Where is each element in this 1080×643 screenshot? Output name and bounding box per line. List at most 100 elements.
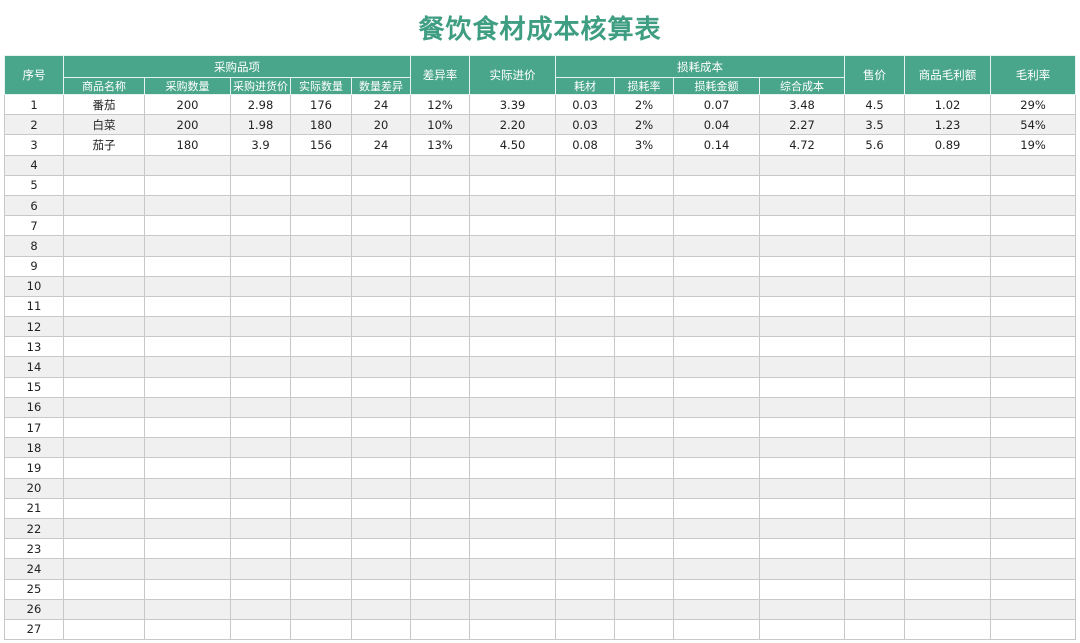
cell-actual-qty[interactable] bbox=[290, 275, 352, 297]
cell-loss-rate[interactable] bbox=[614, 174, 675, 196]
cell-diff-rate[interactable] bbox=[410, 497, 471, 519]
cell-qty-diff[interactable] bbox=[350, 396, 412, 419]
cell-purchase-qty[interactable]: 180 bbox=[144, 134, 231, 156]
cell-material[interactable] bbox=[555, 517, 616, 540]
cell-purchase-qty[interactable] bbox=[144, 215, 231, 237]
cell-actual-price[interactable] bbox=[469, 174, 557, 196]
cell-name[interactable]: 番茄 bbox=[63, 93, 145, 116]
cell-gross-margin[interactable] bbox=[990, 316, 1077, 338]
cell-seq[interactable]: 24 bbox=[4, 558, 64, 580]
cell-gross-margin[interactable] bbox=[990, 396, 1077, 419]
cell-sale-price[interactable]: 3.5 bbox=[844, 114, 906, 136]
cell-total-cost[interactable] bbox=[759, 416, 846, 439]
cell-total-cost[interactable] bbox=[759, 558, 846, 580]
cell-qty-diff[interactable] bbox=[350, 578, 412, 600]
cell-loss-rate[interactable] bbox=[614, 396, 675, 419]
cell-diff-rate[interactable] bbox=[410, 558, 471, 580]
cell-sale-price[interactable]: 4.5 bbox=[844, 93, 906, 116]
cell-purchase-qty[interactable] bbox=[144, 295, 231, 318]
cell-loss-rate[interactable]: 2% bbox=[614, 93, 675, 116]
cell-qty-diff[interactable] bbox=[350, 255, 412, 277]
cell-material[interactable] bbox=[555, 497, 616, 519]
cell-actual-qty[interactable] bbox=[290, 215, 352, 237]
cell-sale-price[interactable] bbox=[844, 477, 906, 499]
cell-actual-qty[interactable] bbox=[290, 457, 352, 479]
header-actual-price[interactable]: 实际进价 bbox=[469, 55, 557, 95]
cell-total-cost[interactable] bbox=[759, 275, 846, 297]
cell-qty-diff[interactable] bbox=[350, 275, 412, 297]
cell-seq[interactable]: 7 bbox=[4, 215, 64, 237]
header-qty-diff[interactable]: 数量差异 bbox=[350, 77, 412, 95]
cell-name[interactable] bbox=[63, 215, 145, 237]
cell-diff-rate[interactable] bbox=[410, 376, 471, 398]
cell-purchase-qty[interactable] bbox=[144, 558, 231, 580]
cell-qty-diff[interactable]: 20 bbox=[350, 114, 412, 136]
cell-qty-diff[interactable] bbox=[350, 174, 412, 196]
cell-loss-amount[interactable] bbox=[673, 235, 761, 257]
cell-total-cost[interactable] bbox=[759, 174, 846, 196]
cell-loss-rate[interactable]: 3% bbox=[614, 134, 675, 156]
cell-actual-price[interactable] bbox=[469, 356, 557, 378]
cell-purchase-qty[interactable] bbox=[144, 416, 231, 439]
cell-loss-amount[interactable]: 0.04 bbox=[673, 114, 761, 136]
cell-diff-rate[interactable] bbox=[410, 215, 471, 237]
cell-loss-rate[interactable] bbox=[614, 376, 675, 398]
cell-loss-rate[interactable] bbox=[614, 416, 675, 439]
cell-total-cost[interactable] bbox=[759, 255, 846, 277]
cell-purchase-qty[interactable] bbox=[144, 437, 231, 459]
cell-qty-diff[interactable] bbox=[350, 517, 412, 540]
cell-gross-margin[interactable] bbox=[990, 618, 1077, 641]
cell-actual-price[interactable] bbox=[469, 295, 557, 318]
cell-gross-margin[interactable] bbox=[990, 376, 1077, 398]
cell-gross-margin[interactable] bbox=[990, 457, 1077, 479]
cell-diff-rate[interactable] bbox=[410, 618, 471, 641]
cell-sale-price[interactable] bbox=[844, 174, 906, 196]
cell-purchase-price[interactable] bbox=[230, 598, 291, 620]
cell-gross-profit[interactable] bbox=[904, 295, 992, 318]
cell-gross-profit[interactable] bbox=[904, 598, 992, 620]
cell-actual-qty[interactable] bbox=[290, 538, 352, 560]
cell-gross-margin[interactable]: 29% bbox=[990, 93, 1077, 116]
cell-name[interactable] bbox=[63, 316, 145, 338]
cell-gross-margin[interactable] bbox=[990, 255, 1077, 277]
cell-total-cost[interactable]: 2.27 bbox=[759, 114, 846, 136]
cell-seq[interactable]: 17 bbox=[4, 416, 64, 439]
cell-name[interactable] bbox=[63, 255, 145, 277]
cell-loss-amount[interactable] bbox=[673, 437, 761, 459]
cell-material[interactable] bbox=[555, 275, 616, 297]
cell-gross-margin[interactable]: 19% bbox=[990, 134, 1077, 156]
cell-loss-rate[interactable] bbox=[614, 517, 675, 540]
cell-purchase-qty[interactable] bbox=[144, 235, 231, 257]
cell-purchase-price[interactable] bbox=[230, 396, 291, 419]
cell-actual-qty[interactable] bbox=[290, 295, 352, 318]
cell-actual-price[interactable] bbox=[469, 396, 557, 419]
cell-gross-profit[interactable] bbox=[904, 356, 992, 378]
cell-total-cost[interactable] bbox=[759, 457, 846, 479]
cell-sale-price[interactable] bbox=[844, 517, 906, 540]
cell-actual-price[interactable] bbox=[469, 316, 557, 338]
cell-diff-rate[interactable] bbox=[410, 275, 471, 297]
cell-name[interactable] bbox=[63, 376, 145, 398]
cell-sale-price[interactable] bbox=[844, 416, 906, 439]
cell-total-cost[interactable] bbox=[759, 154, 846, 176]
cell-loss-amount[interactable]: 0.14 bbox=[673, 134, 761, 156]
cell-purchase-qty[interactable] bbox=[144, 376, 231, 398]
cell-qty-diff[interactable] bbox=[350, 295, 412, 318]
cell-name[interactable] bbox=[63, 275, 145, 297]
cell-gross-profit[interactable] bbox=[904, 477, 992, 499]
header-gross-margin[interactable]: 毛利率 bbox=[990, 55, 1077, 95]
cell-qty-diff[interactable] bbox=[350, 558, 412, 580]
cell-purchase-qty[interactable]: 200 bbox=[144, 93, 231, 116]
cell-purchase-price[interactable] bbox=[230, 416, 291, 439]
cell-loss-rate[interactable] bbox=[614, 194, 675, 217]
header-purchase-price[interactable]: 采购进货价 bbox=[230, 77, 291, 95]
cell-gross-profit[interactable] bbox=[904, 618, 992, 641]
cell-total-cost[interactable] bbox=[759, 336, 846, 358]
cell-material[interactable] bbox=[555, 477, 616, 499]
cell-purchase-qty[interactable] bbox=[144, 174, 231, 196]
cell-name[interactable] bbox=[63, 174, 145, 196]
cell-loss-rate[interactable] bbox=[614, 295, 675, 318]
cell-qty-diff[interactable] bbox=[350, 154, 412, 176]
cell-actual-price[interactable] bbox=[469, 477, 557, 499]
cell-purchase-price[interactable] bbox=[230, 578, 291, 600]
